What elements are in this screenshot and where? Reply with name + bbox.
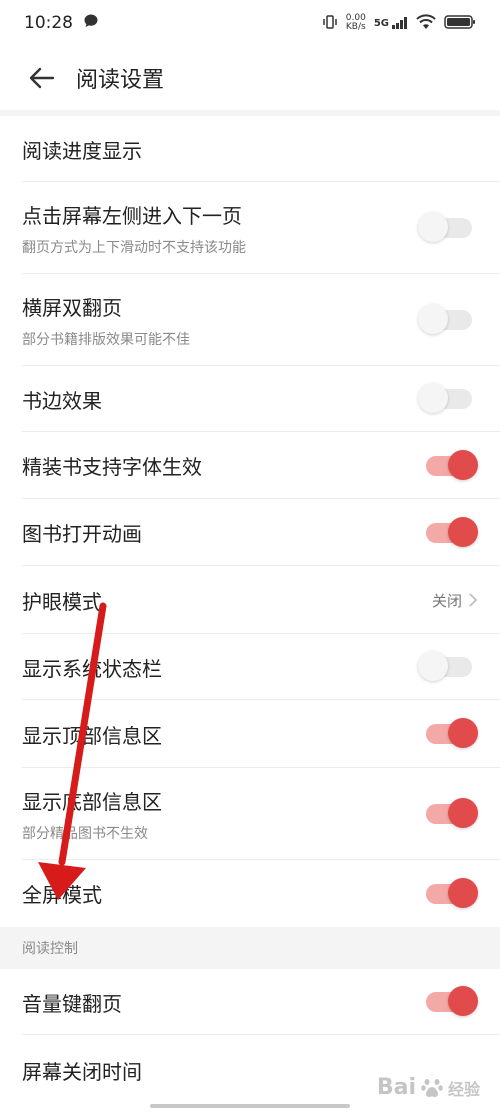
paw-icon	[421, 1078, 443, 1097]
setting-label: 横屏双翻页	[22, 295, 122, 320]
back-button[interactable]	[22, 58, 62, 98]
setting-sublabel: 翻页方式为上下滑动时不支持该功能	[22, 239, 246, 256]
toggle-book-edge-effect[interactable]	[418, 383, 472, 413]
toggle-knob	[448, 718, 478, 748]
setting-volume-key-page-turn[interactable]: 音量键翻页	[0, 969, 500, 1035]
setting-top-info-area[interactable]: 显示顶部信息区	[0, 700, 500, 768]
setting-eye-protection[interactable]: 护眼模式 关闭	[0, 566, 500, 634]
setting-hardcover-font[interactable]: 精装书支持字体生效	[0, 432, 500, 499]
setting-label: 书边效果	[22, 388, 102, 413]
status-left: 10:28	[24, 13, 99, 34]
home-indicator[interactable]	[150, 1104, 350, 1108]
watermark-brand: Bai	[376, 1075, 416, 1100]
setting-label: 精装书支持字体生效	[22, 455, 202, 479]
eye-protection-value[interactable]: 关闭	[432, 590, 478, 611]
battery-icon	[444, 14, 476, 33]
toggle-knob	[448, 449, 478, 480]
watermark-suffix: 经验	[447, 1079, 480, 1099]
setting-value: 关闭	[431, 591, 462, 610]
setting-label: 全屏模式	[22, 883, 102, 907]
wifi-icon	[416, 13, 436, 33]
toggle-system-status-bar[interactable]	[418, 651, 472, 681]
setting-label: 显示顶部信息区	[22, 723, 162, 748]
setting-sublabel: 部分精品图书不生效	[22, 825, 148, 842]
toggle-knob	[418, 212, 448, 242]
toggle-tap-left-next-page[interactable]	[418, 212, 472, 242]
toggle-fullscreen-mode[interactable]	[426, 877, 478, 908]
toggle-knob	[418, 304, 448, 334]
setting-fullscreen-mode[interactable]: 全屏模式	[0, 860, 500, 927]
setting-label: 显示底部信息区	[22, 789, 162, 814]
toggle-bottom-info-area[interactable]	[426, 798, 478, 828]
toggle-top-info-area[interactable]	[426, 718, 478, 748]
setting-label: 图书打开动画	[22, 522, 142, 546]
setting-landscape-double-page[interactable]: 横屏双翻页 部分书籍排版效果可能不佳	[0, 274, 500, 366]
toggle-knob	[418, 651, 448, 681]
page-title: 阅读设置	[76, 68, 165, 93]
setting-label: 显示系统状态栏	[22, 656, 162, 681]
section-title: 阅读控制	[22, 941, 78, 957]
net-speed: 0.00 KB/s	[346, 14, 366, 32]
setting-book-edge-effect[interactable]: 书边效果	[0, 366, 500, 432]
toggle-knob	[448, 516, 478, 547]
baidu-watermark: Bai 经验	[377, 1075, 480, 1100]
signal-icon: 5G	[374, 17, 408, 29]
status-bar: 10:28 0.00 KB/s 5G	[0, 0, 500, 46]
section-header-reading-control: 阅读控制	[0, 927, 500, 969]
setting-label: 点击屏幕左侧进入下一页	[22, 203, 242, 228]
setting-label: 阅读进度显示	[22, 138, 142, 163]
back-arrow-icon	[29, 67, 55, 89]
toggle-knob	[448, 798, 478, 828]
vibrate-icon	[322, 14, 338, 33]
setting-system-status-bar[interactable]: 显示系统状态栏	[0, 634, 500, 700]
setting-tap-left-next-page[interactable]: 点击屏幕左侧进入下一页 翻页方式为上下滑动时不支持该功能	[0, 182, 500, 274]
setting-sublabel: 部分书籍排版效果可能不佳	[22, 331, 190, 348]
network-type: 5G	[373, 18, 389, 29]
net-speed-unit: KB/s	[345, 22, 366, 32]
toggle-knob	[448, 877, 478, 908]
chat-bubble-icon	[83, 13, 99, 34]
setting-reading-progress[interactable]: 阅读进度显示	[0, 116, 500, 182]
setting-label: 护眼模式	[22, 589, 102, 614]
settings-list: 阅读进度显示 点击屏幕左侧进入下一页 翻页方式为上下滑动时不支持该功能 横屏双翻…	[0, 116, 500, 1105]
toggle-knob	[418, 383, 448, 413]
setting-bottom-info-area[interactable]: 显示底部信息区 部分精品图书不生效	[0, 768, 500, 860]
toggle-volume-key-page-turn[interactable]	[426, 986, 478, 1016]
setting-label: 屏幕关闭时间	[22, 1059, 142, 1084]
status-time: 10:28	[24, 13, 73, 33]
setting-open-animation[interactable]: 图书打开动画	[0, 499, 500, 566]
toggle-hardcover-font[interactable]	[426, 449, 478, 480]
toggle-landscape-double-page[interactable]	[418, 304, 472, 334]
setting-label: 音量键翻页	[22, 991, 122, 1016]
toggle-open-animation[interactable]	[426, 516, 478, 547]
toggle-knob	[448, 986, 478, 1016]
chevron-right-icon	[469, 593, 478, 607]
status-right: 0.00 KB/s 5G	[322, 14, 476, 33]
page-header: 阅读设置	[0, 46, 500, 116]
